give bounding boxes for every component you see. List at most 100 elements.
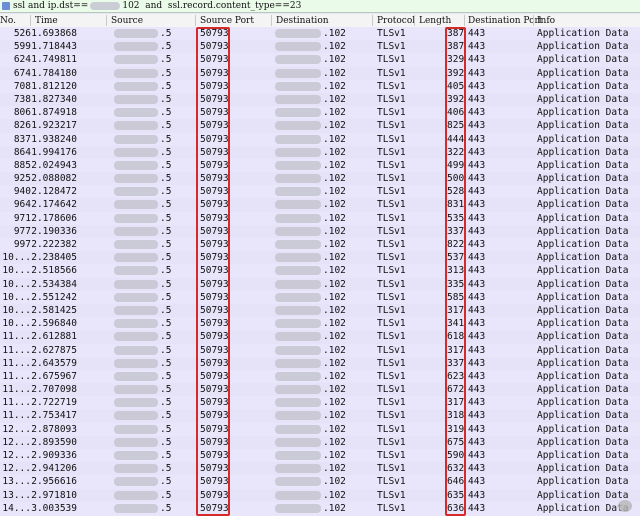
packet-row[interactable]: 12... 2.878093.5 50793.102 TLSv1 319 443 Appli… [0,422,640,436]
packet-row[interactable]: 14... 3.003539.5 50793.102 TLSv1 636 443 Appli… [0,501,640,515]
packet-info: Application Data [537,133,629,145]
packet-row[interactable]: 13... 2.956616.5 50793.102 TLSv1 646 443 Appli… [0,475,640,489]
packet-row[interactable]: 885 2.024943.5 50793.102 TLSv1 499 443 Applica… [0,158,640,173]
packet-source: .5 [160,450,172,461]
packet-row[interactable]: 837 1.938240.5 50793.102 TLSv1 444 443 Applica… [0,132,640,146]
packet-destination-port: 443 [468,344,486,356]
packet-row[interactable]: 806 1.874918.5 50793.102 TLSv1 406 443 Applica… [0,106,640,120]
redacted-source-ip [114,134,158,144]
packet-protocol: TLSv1 [377,199,406,211]
packet-destination-port: 443 [468,357,486,369]
redacted-source-ip [114,121,158,131]
packet-destination: .102 [323,410,346,422]
col-time[interactable]: Time [35,16,58,26]
display-filter-bar[interactable]: ssl and ip.dst== 102 and ssl.record.cont… [0,0,640,13]
packet-protocol: TLSv1 [377,357,406,369]
packet-row[interactable]: 674 1.784180.5 50793.102 TLSv1 392 443 Applica… [0,66,640,80]
packet-destination: .102 [323,357,346,369]
packet-destination: .102 [323,173,346,185]
col-destination-port[interactable]: Destination Port [468,16,542,26]
packet-row[interactable]: 11... 2.707098.5 50793.102 TLSv1 672 443 Appli… [0,383,640,397]
packet-row[interactable]: 10... 2.596840.5 50793.102 TLSv1 341 443 Appli… [0,317,640,331]
packet-destination: .102 [323,252,346,264]
redacted-destination-ip [275,490,321,500]
col-info[interactable]: Info [537,16,555,26]
packet-destination: .102 [323,28,346,39]
packet-protocol: TLSv1 [377,212,406,224]
col-no[interactable]: No. [0,16,16,26]
packet-destination-port: 443 [468,80,486,92]
redacted-source-ip [114,160,158,170]
packet-row[interactable]: 964 2.174642.5 50793.102 TLSv1 831 443 Applica… [0,198,640,212]
packet-row[interactable]: 11... 2.643579.5 50793.102 TLSv1 337 443 Appli… [0,356,640,370]
packet-row[interactable]: 925 2.088082.5 50793.102 TLSv1 500 443 Applica… [0,172,640,186]
packet-destination: .102 [323,370,346,382]
packet-row[interactable]: 11... 2.753417.5 50793.102 TLSv1 318 443 Appli… [0,409,640,423]
packet-row[interactable]: 10... 2.551242.5 50793.102 TLSv1 585 443 Appli… [0,290,640,304]
packet-number: 11... [2,397,31,409]
packet-destination: .102 [323,304,346,316]
packet-destination-port: 443 [468,159,486,171]
packet-info: Application Data [537,67,629,79]
packet-info: Application Data [537,450,629,461]
redacted-source-ip [114,398,158,408]
packet-destination-port: 443 [468,212,486,224]
col-destination[interactable]: Destination [276,16,329,26]
packet-info: Application Data [537,384,629,396]
packet-time: 2.088082 [31,173,77,185]
packet-row[interactable]: 13... 2.971810.5 50793.102 TLSv1 635 443 Appli… [0,488,640,502]
redacted-destination-ip [275,424,321,434]
col-source[interactable]: Source [111,16,143,26]
packet-source: .5 [160,159,172,171]
packet-row[interactable]: 12... 2.941206.5 50793.102 TLSv1 632 443 Appli… [0,462,640,476]
packet-row[interactable]: 624 1.749811.5 50793.102 TLSv1 329 443 Applica… [0,53,640,67]
packet-row[interactable]: 826 1.923217.5 50793.102 TLSv1 825 443 Applica… [0,119,640,133]
packet-row[interactable]: 940 2.128472.5 50793.102 TLSv1 528 443 Applica… [0,185,640,199]
redacted-source-ip [114,464,158,474]
packet-destination: .102 [323,186,346,198]
packet-row[interactable]: 11... 2.627875.5 50793.102 TLSv1 317 443 Appli… [0,343,640,357]
packet-destination-port: 443 [468,107,486,119]
packet-info: Application Data [537,28,629,39]
packet-time: 2.174642 [31,199,77,211]
packet-row[interactable]: 10... 2.534384.5 50793.102 TLSv1 335 443 Appli… [0,277,640,291]
packet-info: Application Data [537,93,629,105]
packet-protocol: TLSv1 [377,410,406,422]
packet-row[interactable]: 738 1.827340.5 50793.102 TLSv1 392 443 Applica… [0,92,640,107]
packet-row[interactable]: 864 1.994176.5 50793.102 TLSv1 322 443 Applica… [0,145,640,159]
col-protocol[interactable]: Protocol [377,16,415,26]
packet-protocol: TLSv1 [377,423,406,435]
packet-info: Application Data [537,80,629,92]
packet-row[interactable]: 997 2.222382.5 50793.102 TLSv1 822 443 Applica… [0,238,640,252]
col-source-port[interactable]: Source Port [200,16,254,26]
packet-row[interactable]: 599 1.718443.5 50793.102 TLSv1 387 443 Applica… [0,40,640,54]
packet-row[interactable]: 11... 2.612881.5 50793.102 TLSv1 618 443 Appli… [0,330,640,344]
packet-row[interactable]: 971 2.178606.5 50793.102 TLSv1 535 443 Applica… [0,211,640,225]
packet-info: Application Data [537,159,629,171]
packet-row[interactable]: 12... 2.909336.5 50793.102 TLSv1 590 443 Appli… [0,449,640,463]
packet-row[interactable]: 526 1.693868.5 50793.102 TLSv1 387 443 Applica… [0,27,640,41]
packet-destination-port: 443 [468,463,486,475]
packet-destination-port: 443 [468,397,486,409]
packet-row[interactable]: 11... 2.722719.5 50793.102 TLSv1 317 443 Appli… [0,396,640,410]
packet-number: 738 [13,93,31,105]
redacted-destination-ip [275,240,321,249]
redacted-source-ip [114,240,158,249]
packet-number: 12... [2,436,31,448]
packet-time: 2.534384 [31,278,77,290]
packet-row[interactable]: 11... 2.675967.5 50793.102 TLSv1 623 443 Appli… [0,369,640,384]
packet-list: 526 1.693868.5 50793.102 TLSv1 387 443 Applica… [0,27,640,515]
packet-time: 1.693868 [31,28,77,39]
packet-row[interactable]: 12... 2.893590.5 50793.102 TLSv1 675 443 Appli… [0,435,640,449]
redacted-destination-ip [275,42,321,52]
packet-row[interactable]: 977 2.190336.5 50793.102 TLSv1 337 443 Applica… [0,224,640,238]
col-length[interactable]: Length [419,16,451,26]
packet-row[interactable]: 10... 2.238405.5 50793.102 TLSv1 537 443 Appli… [0,251,640,265]
packet-protocol: TLSv1 [377,28,406,39]
packet-row[interactable]: 10... 2.518566.5 50793.102 TLSv1 313 443 Appli… [0,264,640,278]
redacted-source-ip [114,411,158,421]
packet-row[interactable]: 708 1.812120.5 50793.102 TLSv1 405 443 Applica… [0,79,640,93]
packet-row[interactable]: 10... 2.581425.5 50793.102 TLSv1 317 443 Appli… [0,303,640,318]
packet-source: .5 [160,186,172,198]
packet-source: .5 [160,370,172,382]
